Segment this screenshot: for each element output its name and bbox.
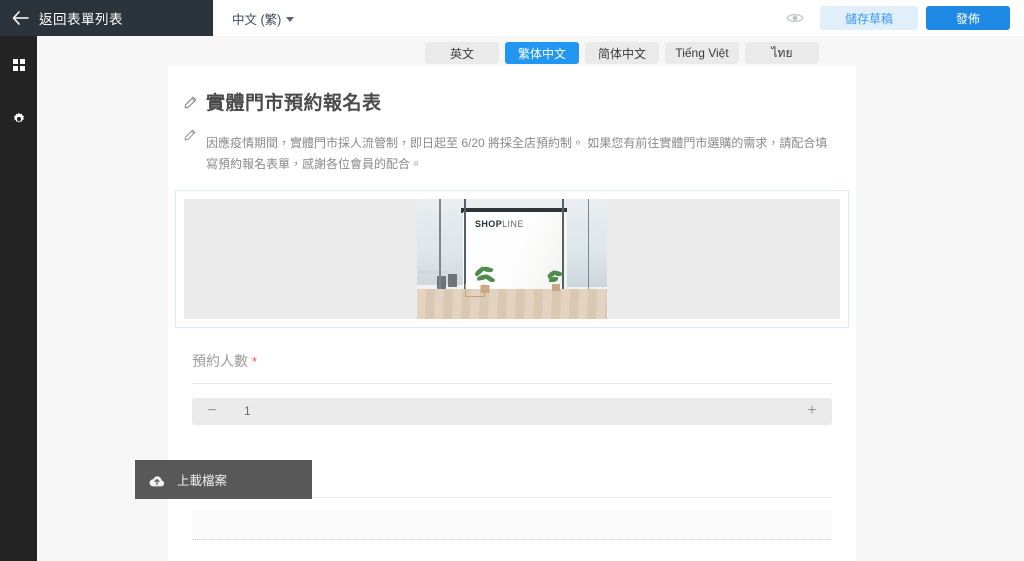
chevron-down-icon — [286, 16, 295, 22]
required-marker: * — [252, 353, 258, 369]
publish-button[interactable]: 發佈 — [926, 6, 1010, 30]
logo-bold: SHOP — [475, 218, 503, 229]
shopline-logo: SHOPLINE — [475, 219, 524, 229]
language-tab-strip: 英文 繁体中文 简体中文 Tiếng Việt ไทย — [425, 42, 819, 64]
back-to-form-list[interactable]: 返回表單列表 — [0, 0, 213, 36]
stepper-value: 1 — [244, 404, 251, 419]
top-bar-right: 中文 (繁) 儲存草稿 發佈 — [213, 0, 1024, 36]
sidebar-item-dashboard[interactable] — [0, 48, 37, 82]
save-draft-button[interactable]: 儲存草稿 — [820, 6, 918, 30]
logo-light: LINE — [502, 218, 524, 229]
name-input[interactable] — [192, 509, 832, 540]
tab-english[interactable]: 英文 — [425, 42, 499, 64]
editor-canvas: 英文 繁体中文 简体中文 Tiếng Việt ไทย 實體門市預約報名表 因應… — [37, 36, 1024, 561]
form-description: 因應疫情期間，實體門市採人流管制，即日起至 6/20 將採全店預約制。 如果您有… — [206, 135, 828, 172]
field-block-party-size[interactable]: 預約人數 * − 1 + — [175, 327, 849, 442]
upload-file-popover[interactable]: 上載檔案 — [135, 460, 312, 499]
language-selector-value: 中文 (繁) — [232, 12, 282, 27]
plant-right — [546, 269, 564, 291]
plant-left — [473, 265, 496, 293]
field-label-party-size: 預約人數 — [192, 352, 248, 369]
tab-vietnamese[interactable]: Tiếng Việt — [665, 42, 739, 64]
arrow-left-icon[interactable] — [12, 11, 29, 25]
pencil-icon[interactable] — [183, 96, 197, 110]
image-block[interactable]: SHOPLINE — [175, 189, 849, 328]
tab-simplified-chinese[interactable]: 简体中文 — [585, 42, 659, 64]
upload-file-label: 上載檔案 — [177, 474, 228, 488]
gear-icon — [12, 112, 26, 131]
cloud-upload-icon — [149, 474, 165, 486]
quantity-stepper[interactable]: − 1 + — [192, 397, 832, 425]
language-selector[interactable]: 中文 (繁) — [232, 9, 295, 28]
back-label[interactable]: 返回表單列表 — [39, 8, 123, 28]
tab-thai[interactable]: ไทย — [745, 42, 819, 64]
tab-traditional-chinese[interactable]: 繁体中文 — [505, 42, 579, 64]
stepper-decrement-button[interactable]: − — [204, 403, 220, 419]
banner-image: SHOPLINE — [184, 198, 840, 319]
pencil-icon[interactable] — [183, 129, 197, 143]
storefront-photo: SHOPLINE — [417, 198, 607, 319]
sidebar-item-settings[interactable] — [0, 104, 37, 138]
page-title: 實體門市預約報名表 — [206, 93, 382, 114]
form-description-block[interactable]: 因應疫情期間，實體門市採人流管制，即日起至 6/20 將採全店預約制。 如果您有… — [168, 123, 856, 190]
left-sidebar — [0, 36, 37, 561]
top-bar: 返回表單列表 中文 (繁) 儲存草稿 發佈 — [0, 0, 1024, 36]
eye-icon[interactable] — [784, 7, 806, 29]
stepper-increment-button[interactable]: + — [804, 403, 820, 419]
field-label-row: 預約人數 * — [192, 347, 832, 383]
form-title-block[interactable]: 實體門市預約報名表 — [168, 66, 856, 123]
grid-icon — [12, 59, 25, 71]
app-root: 返回表單列表 中文 (繁) 儲存草稿 發佈 英文 繁体中文 简体中文 Tiếng… — [0, 0, 1024, 561]
divider — [192, 382, 832, 384]
